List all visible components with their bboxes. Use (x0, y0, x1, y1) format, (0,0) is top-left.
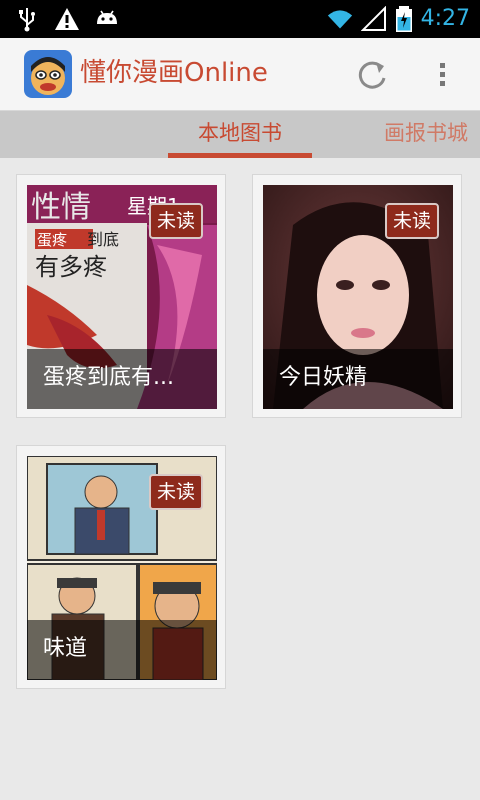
caption-bar: 蛋疼到底有... (27, 349, 217, 409)
tab-label: 本地图书 (198, 121, 282, 145)
unread-badge: 未读 (384, 203, 439, 239)
signal-icon (360, 6, 386, 31)
tab-local-books[interactable]: 本地图书 (168, 111, 312, 158)
caption-bar: 今日妖精 (263, 349, 453, 409)
battery-charging-icon (395, 6, 412, 32)
svg-text:性情: 性情 (31, 190, 91, 225)
warning-icon (55, 8, 79, 30)
book-card[interactable]: 未读 味道 (16, 445, 226, 689)
portrait-photo-image: 未读 今日妖精 (263, 185, 453, 409)
app-logo-icon[interactable] (24, 50, 72, 98)
wifi-icon (327, 10, 352, 29)
book-card[interactable]: 未读 今日妖精 (252, 174, 462, 418)
caption-bar: 味道 (27, 620, 217, 680)
book-card[interactable]: 性情 星期1 蛋疼 到底 有多疼 未读 蛋疼到底有... (16, 174, 226, 418)
book-grid: 性情 星期1 蛋疼 到底 有多疼 未读 蛋疼到底有... (0, 158, 480, 800)
book-title: 今日妖精 (279, 365, 368, 390)
refresh-button[interactable] (352, 54, 392, 94)
tab-label: 画报书城 (384, 121, 468, 145)
comic-strip-image: 未读 味道 (27, 456, 217, 680)
unread-badge: 未读 (148, 203, 203, 239)
refresh-icon (358, 61, 386, 89)
app-title: 懂你漫画Online (80, 58, 268, 88)
unread-badge: 未读 (148, 474, 203, 510)
status-bar: 4:27 (0, 0, 480, 38)
clock: 4:27 (420, 6, 470, 31)
usb-icon (19, 8, 35, 32)
svg-text:蛋疼: 蛋疼 (37, 231, 67, 249)
book-title: 蛋疼到底有... (43, 365, 174, 390)
tab-book-store[interactable]: 画报书城 (384, 111, 468, 158)
android-debug-icon (97, 10, 117, 24)
magazine-cover-image: 性情 星期1 蛋疼 到底 有多疼 未读 蛋疼到底有... (27, 185, 217, 409)
svg-text:到底: 到底 (87, 230, 119, 249)
svg-text:有多疼: 有多疼 (35, 253, 107, 281)
overflow-menu-icon (440, 63, 445, 86)
tab-bar: 本地图书 画报书城 (0, 111, 480, 158)
book-title: 味道 (43, 636, 88, 661)
overflow-menu-button[interactable] (428, 54, 458, 94)
action-bar: 懂你漫画Online (0, 38, 480, 111)
